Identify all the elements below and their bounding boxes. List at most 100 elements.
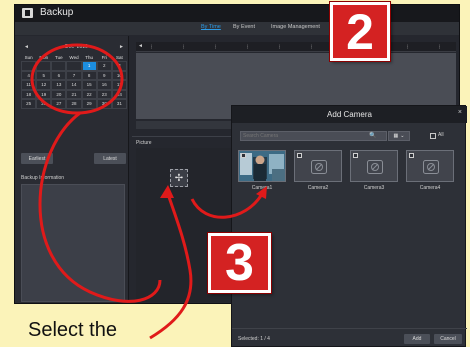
tab-bar: By Time By Event Image Management	[15, 22, 459, 35]
tab-by-time[interactable]: By Time	[201, 24, 221, 30]
camera2-label: Camera2	[307, 185, 329, 191]
calendar-day[interactable]: 13	[51, 80, 67, 90]
calendar-day[interactable]: 25	[21, 99, 37, 109]
camera1-label: Camera1	[251, 185, 273, 191]
camera-tile-2[interactable]	[294, 150, 342, 182]
timeline-ruler[interactable]: ◄ ┆┆┆┆┆┆┆┆┆┆	[136, 42, 456, 52]
dialog-divider	[232, 328, 467, 329]
calendar-day[interactable]: 29	[81, 99, 97, 109]
timeline-tick: ┆	[182, 44, 185, 49]
calendar-day[interactable]: 28	[66, 99, 82, 109]
timeline-tick: ┆	[246, 44, 249, 49]
left-panel: ◄ Dec 2016 ► Sun Mon Tue Wed Thu Fri Sat 1 2 3 4 5 6…	[15, 36, 129, 303]
calendar-day[interactable]: 22	[81, 89, 97, 99]
weekday-label: Sun	[24, 54, 33, 60]
add-cursor-icon: ✢	[174, 172, 184, 184]
view-mode-button[interactable]: ▦ ⌄	[388, 131, 410, 141]
camera-tile-4[interactable]	[406, 150, 454, 182]
add-camera-dialog: Add Camera × 🔍 ▦ ⌄ All	[231, 105, 467, 347]
calendar-day[interactable]: 14	[66, 80, 82, 90]
calendar-month-year: Dec 2016	[65, 44, 88, 50]
calendar-day[interactable]: 30	[96, 99, 112, 109]
timeline-tick: ┆	[310, 44, 313, 49]
earliest-button[interactable]: Earliest	[21, 153, 53, 164]
no-video-icon	[423, 160, 439, 174]
timeline-tick: ┆	[406, 44, 409, 49]
calendar-day	[51, 61, 67, 71]
weekday-label: Fri	[101, 54, 107, 60]
close-icon[interactable]: ×	[458, 109, 462, 116]
latest-button[interactable]: Latest	[94, 153, 126, 164]
cancel-button[interactable]: Cancel	[434, 334, 462, 344]
no-video-icon	[311, 160, 327, 174]
calendar-day[interactable]: 8	[81, 70, 97, 80]
picture-label: Picture	[136, 140, 152, 146]
calendar-day[interactable]: 24	[111, 89, 127, 99]
calendar-month: Dec	[65, 44, 74, 50]
search-icon[interactable]: 🔍	[369, 131, 377, 140]
calendar-day[interactable]: 16	[96, 80, 112, 90]
prev-month-icon[interactable]: ◄	[24, 44, 29, 50]
weekday-label: Tue	[55, 54, 63, 60]
calendar-day[interactable]: 18	[21, 89, 37, 99]
calendar-day[interactable]: 6	[51, 70, 67, 80]
tab-image-management[interactable]: Image Management	[271, 24, 320, 30]
next-month-icon[interactable]: ►	[119, 44, 124, 50]
dialog-title: Add Camera	[232, 106, 467, 123]
calendar-day[interactable]: 27	[51, 99, 67, 109]
all-label: All	[438, 132, 444, 138]
caption-text: Select the	[28, 319, 117, 341]
camera4-checkbox[interactable]	[409, 153, 414, 158]
calendar-day[interactable]: 23	[96, 89, 112, 99]
calendar-day[interactable]: 21	[66, 89, 82, 99]
no-video-icon	[367, 160, 383, 174]
weekday-label: Thu	[85, 54, 94, 60]
calendar-day[interactable]: 9	[96, 70, 112, 80]
selected-count: Selected: 1 / 4	[238, 336, 270, 342]
camera4-label: Camera4	[419, 185, 441, 191]
camera3-checkbox[interactable]	[353, 153, 358, 158]
add-picture-button[interactable]: ✢	[170, 169, 188, 187]
camera-tile-3[interactable]	[350, 150, 398, 182]
title-bar: Backup	[15, 5, 459, 22]
calendar-day	[66, 61, 82, 71]
calendar-day[interactable]: 11	[21, 80, 37, 90]
weekday-label: Sat	[116, 54, 123, 60]
grid-view-icon: ▦	[393, 133, 399, 139]
tab-by-event[interactable]: By Event	[233, 24, 255, 30]
calendar-day[interactable]: 3	[111, 61, 127, 71]
camera2-checkbox[interactable]	[297, 153, 302, 158]
calendar-day	[21, 61, 37, 71]
step-3-badge: 3	[208, 233, 271, 293]
all-checkbox[interactable]	[430, 133, 436, 139]
search-camera-input[interactable]	[240, 131, 387, 141]
calendar-day	[36, 61, 52, 71]
timeline-back-icon[interactable]: ◄	[138, 43, 143, 49]
weekday-label: Mon	[39, 54, 49, 60]
calendar-day[interactable]: 15	[81, 80, 97, 90]
calendar-day[interactable]: 26	[36, 99, 52, 109]
calendar-day[interactable]: 5	[36, 70, 52, 80]
backup-information-label: Backup Information	[21, 175, 65, 181]
calendar-day[interactable]: 20	[51, 89, 67, 99]
window-title: Backup	[40, 7, 74, 18]
calendar-day[interactable]: 7	[66, 70, 82, 80]
add-button[interactable]: Add	[404, 334, 430, 344]
camera-tile-1[interactable]	[238, 150, 286, 182]
calendar-day[interactable]: 12	[36, 80, 52, 90]
timeline-tick: ┆	[150, 44, 153, 49]
calendar-day[interactable]: 1	[81, 61, 97, 71]
camera1-checkbox[interactable]	[241, 153, 246, 158]
calendar-day[interactable]: 17	[111, 80, 127, 90]
weekday-label: Wed	[69, 54, 79, 60]
calendar-year: 2016	[76, 44, 88, 50]
calendar-day[interactable]: 2	[96, 61, 112, 71]
camera3-label: Camera3	[363, 185, 385, 191]
calendar-day[interactable]: 4	[21, 70, 37, 80]
calendar-grid: Sun Mon Tue Wed Thu Fri Sat 1 2 3 4 5 6 7 8 9 10 11 12 13 14…	[21, 53, 127, 109]
calendar-day[interactable]: 10	[111, 70, 127, 80]
calendar-day[interactable]: 19	[36, 89, 52, 99]
timeline-tick: ┆	[438, 44, 441, 49]
timeline-tick: ┆	[278, 44, 281, 49]
calendar-day[interactable]: 31	[111, 99, 127, 109]
